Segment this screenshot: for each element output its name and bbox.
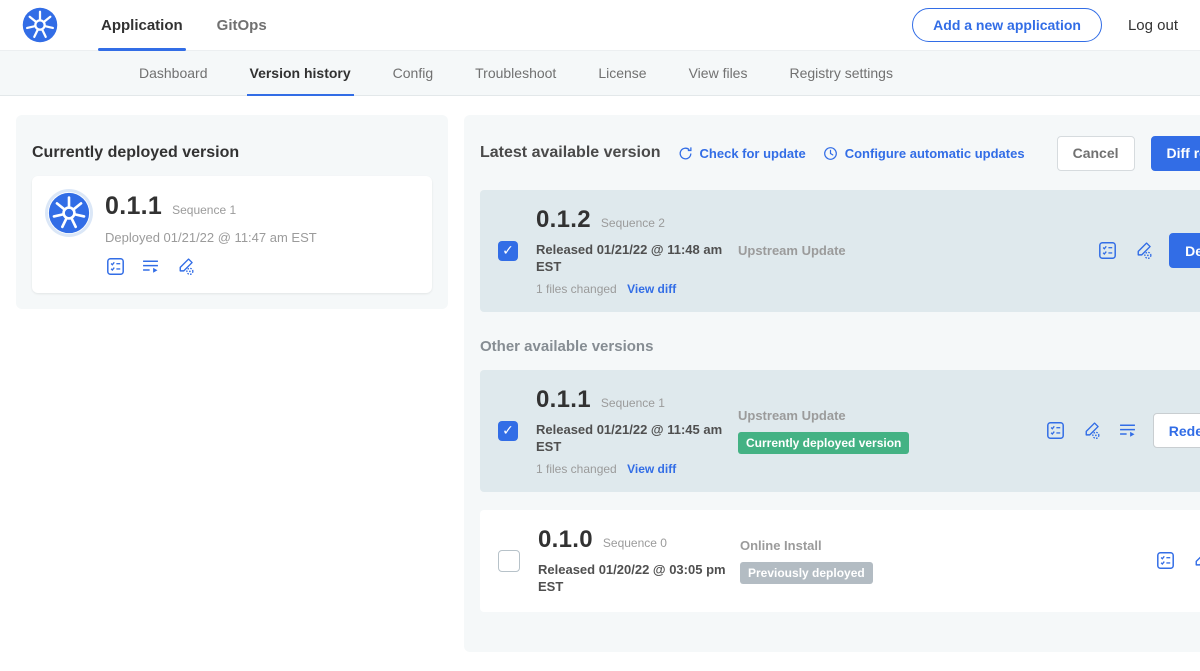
add-application-button[interactable]: Add a new application [912,8,1102,42]
source-label: Upstream Update [738,243,846,258]
deployed-sequence-label: Sequence 1 [172,203,236,217]
header-right: Add a new application Log out [912,8,1178,42]
version-number: 0.1.1 [536,386,591,414]
released-timestamp: Released 01/21/22 @ 11:48 am EST [536,241,728,276]
view-diff-link[interactable]: View diff [627,462,676,476]
sequence-label: Sequence 2 [601,216,665,230]
source-label: Upstream Update [738,408,846,423]
deployed-version-card: 0.1.1 Sequence 1 Deployed 01/21/22 @ 11:… [32,176,432,293]
latest-version-title: Latest available version [480,144,661,162]
version-history-panel: Latest available version Check for updat… [464,115,1200,652]
config-icon[interactable] [1081,420,1102,441]
source-label: Online Install [740,538,822,553]
refresh-icon [677,145,694,162]
deployed-timestamp: Deployed 01/21/22 @ 11:47 am EST [105,230,317,245]
configure-automatic-updates-link[interactable]: Configure automatic updates [822,145,1025,162]
version-number-line: 0.1.1 Sequence 1 [536,386,738,414]
version-checkbox[interactable] [498,550,520,572]
version-checkbox[interactable] [498,421,518,441]
files-changed-line: 1 files changed View diff [536,462,738,476]
version-number: 0.1.2 [536,206,591,234]
deployed-version-number: 0.1.1 [105,192,162,221]
config-icon[interactable] [1133,240,1154,261]
version-source: Online Install Previously deployed [740,538,1155,584]
config-icon[interactable] [1191,550,1200,571]
sequence-label: Sequence 1 [601,396,665,410]
deployed-icon-row [105,256,317,277]
nav-application[interactable]: Application [84,0,200,50]
files-changed-line: 1 files changed View diff [536,282,738,296]
logs-icon[interactable] [140,256,161,277]
app-logo-icon [48,192,90,234]
deployed-version-body: 0.1.1 Sequence 1 Deployed 01/21/22 @ 11:… [105,192,317,277]
tab-registry-settings[interactable]: Registry settings [768,51,913,95]
version-number: 0.1.0 [538,526,593,554]
version-source: Upstream Update Currently deployed versi… [738,408,1045,454]
version-row-actions: Redeploy [1045,413,1200,448]
release-notes-icon[interactable] [1155,550,1176,571]
released-timestamp: Released 01/20/22 @ 03:05 pm EST [538,561,730,596]
release-notes-icon[interactable] [1097,240,1118,261]
cancel-button[interactable]: Cancel [1057,136,1135,171]
logout-link[interactable]: Log out [1128,17,1178,34]
files-changed-label: 1 files changed [536,282,617,296]
version-info: 0.1.0 Sequence 0 Released 01/20/22 @ 03:… [538,526,740,596]
kubernetes-logo-icon [22,7,58,43]
version-row: 0.1.0 Sequence 0 Released 01/20/22 @ 03:… [480,510,1200,612]
files-changed-label: 1 files changed [536,462,617,476]
tab-version-history[interactable]: Version history [229,51,372,95]
app-root: Application GitOps Add a new application… [0,0,1200,671]
diff-releases-button[interactable]: Diff releases [1151,136,1200,171]
latest-version-header: Latest available version Check for updat… [480,131,1200,176]
deployed-version-line: 0.1.1 Sequence 1 [105,192,317,221]
version-source: Upstream Update [738,243,1097,258]
version-info: 0.1.2 Sequence 2 Released 01/21/22 @ 11:… [536,206,738,296]
app-header: Application GitOps Add a new application… [0,0,1200,51]
currently-deployed-badge: Currently deployed version [738,432,909,454]
logs-icon[interactable] [1117,420,1138,441]
release-notes-icon[interactable] [1045,420,1066,441]
version-number-line: 0.1.2 Sequence 2 [536,206,738,234]
check-for-update-label: Check for update [700,146,806,161]
config-icon[interactable] [175,256,196,277]
tab-view-files[interactable]: View files [668,51,769,95]
version-number-line: 0.1.0 Sequence 0 [538,526,740,554]
version-row: 0.1.2 Sequence 2 Released 01/21/22 @ 11:… [480,190,1200,312]
nav-gitops[interactable]: GitOps [200,0,284,50]
currently-deployed-title: Currently deployed version [32,144,432,162]
view-diff-link[interactable]: View diff [627,282,676,296]
version-row-actions [1155,550,1200,571]
previously-deployed-badge: Previously deployed [740,562,873,584]
configure-automatic-updates-label: Configure automatic updates [845,146,1025,161]
clock-icon [822,145,839,162]
currently-deployed-panel: Currently deployed version 0.1.1 Sequenc… [16,115,448,309]
tab-dashboard[interactable]: Dashboard [118,51,229,95]
deploy-button[interactable]: Deploy [1169,233,1200,268]
tab-troubleshoot[interactable]: Troubleshoot [454,51,577,95]
sequence-label: Sequence 0 [603,536,667,550]
main-content: Currently deployed version 0.1.1 Sequenc… [0,96,1200,671]
release-notes-icon[interactable] [105,256,126,277]
other-versions-title: Other available versions [480,338,1200,355]
tab-license[interactable]: License [577,51,667,95]
version-info: 0.1.1 Sequence 1 Released 01/21/22 @ 11:… [536,386,738,476]
app-subnav: Dashboard Version history Config Trouble… [0,51,1200,96]
version-row-actions: Deploy [1097,233,1200,268]
redeploy-button[interactable]: Redeploy [1153,413,1200,448]
version-row: 0.1.1 Sequence 1 Released 01/21/22 @ 11:… [480,370,1200,492]
version-checkbox[interactable] [498,241,518,261]
check-for-update-link[interactable]: Check for update [677,145,806,162]
released-timestamp: Released 01/21/22 @ 11:45 am EST [536,421,728,456]
top-nav: Application GitOps [84,0,284,50]
tab-config[interactable]: Config [372,51,454,95]
